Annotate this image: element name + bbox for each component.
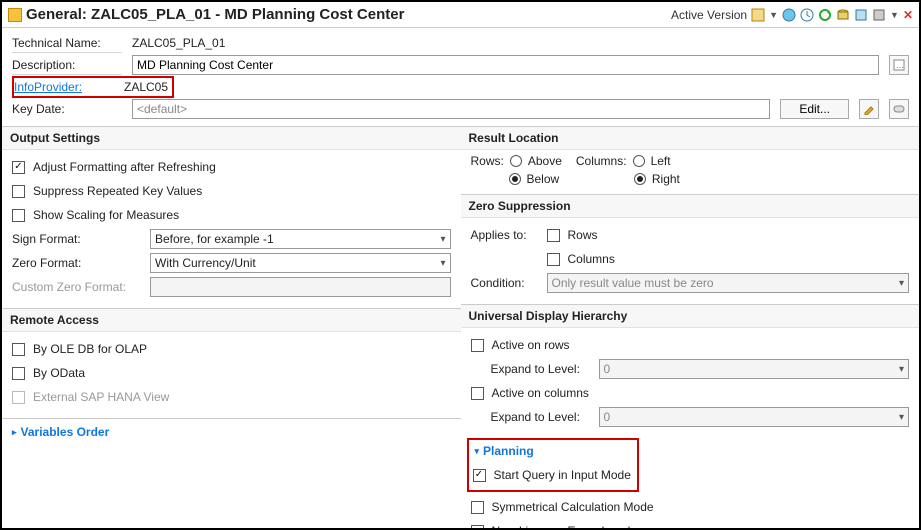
left-label: Left — [651, 154, 671, 168]
sym-calc-label: Symmetrical Calculation Mode — [492, 500, 654, 514]
header: General: ZALC05_PLA_01 - MD Planning Cos… — [2, 2, 919, 28]
cols-left-radio[interactable] — [633, 155, 645, 167]
description-label: Description: — [12, 56, 122, 75]
suppress-repeated-label: Suppress Repeated Key Values — [33, 184, 202, 198]
chevron-down-icon: ▾ — [899, 412, 904, 423]
chevron-down-icon: ▾ — [475, 446, 480, 457]
applies-cols-label: Columns — [568, 252, 615, 266]
zero-format-select[interactable]: With Currency/Unit▾ — [150, 253, 451, 273]
description-input[interactable] — [132, 55, 879, 75]
close-icon[interactable]: ✕ — [903, 8, 913, 22]
refresh-icon[interactable] — [818, 8, 832, 22]
chevron-right-icon: ▸ — [12, 427, 17, 438]
zero-format-label: Zero Format: — [12, 256, 142, 270]
cols-right-radio[interactable] — [634, 173, 646, 185]
output-settings-title: Output Settings — [2, 127, 461, 150]
zero-suppression-title: Zero Suppression — [461, 195, 920, 218]
rows-below-radio[interactable] — [509, 173, 521, 185]
applies-rows-checkbox[interactable] — [547, 229, 560, 242]
new-lines-checkbox[interactable] — [471, 525, 484, 530]
hana-label: External SAP HANA View — [33, 390, 169, 404]
condition-label: Condition: — [471, 276, 539, 290]
sym-calc-checkbox[interactable] — [471, 501, 484, 514]
custom-zero-input — [150, 277, 451, 297]
remote-access-title: Remote Access — [2, 309, 461, 332]
expand-rows-select: 0▾ — [599, 359, 910, 379]
expand-rows-label: Expand to Level: — [491, 362, 591, 376]
chevron-down-icon: ▾ — [440, 234, 445, 245]
infoprovider-value: ZALC05 — [124, 78, 168, 96]
sign-format-select[interactable]: Before, for example -1▾ — [150, 229, 451, 249]
expand-cols-label: Expand to Level: — [491, 410, 591, 424]
active-cols-checkbox[interactable] — [471, 387, 484, 400]
below-label: Below — [527, 172, 560, 186]
odata-checkbox[interactable] — [12, 367, 25, 380]
applies-to-label: Applies to: — [471, 228, 539, 242]
edit-button[interactable]: Edit... — [780, 99, 849, 119]
adjust-formatting-checkbox[interactable] — [12, 161, 25, 174]
rows-above-radio[interactable] — [510, 155, 522, 167]
active-cols-label: Active on columns — [492, 386, 589, 400]
adjust-formatting-label: Adjust Formatting after Refreshing — [33, 160, 216, 174]
expand-cols-select: 0▾ — [599, 407, 910, 427]
new-lines-label: New Lines on Every Level — [492, 524, 631, 530]
clock-icon[interactable] — [800, 8, 814, 22]
chevron-down-icon: ▾ — [899, 278, 904, 289]
infoprovider-link[interactable]: InfoProvider: — [14, 80, 82, 94]
svg-text:…: … — [896, 61, 904, 70]
pencil-icon[interactable] — [859, 99, 879, 119]
start-input-mode-label: Start Query in Input Mode — [494, 468, 631, 482]
odata-label: By OData — [33, 366, 85, 380]
chevron-down-icon: ▾ — [899, 364, 904, 375]
cols-label: Columns: — [576, 154, 627, 168]
udh-title: Universal Display Hierarchy — [461, 305, 920, 328]
result-location-title: Result Location — [461, 127, 920, 150]
show-scaling-label: Show Scaling for Measures — [33, 208, 179, 222]
dropdown-icon-2[interactable]: ▼ — [890, 10, 899, 20]
rows-label: Rows: — [471, 154, 504, 168]
keydate-label: Key Date: — [12, 100, 122, 118]
variables-order-toggle[interactable]: ▸ Variables Order — [2, 418, 461, 445]
oledb-checkbox[interactable] — [12, 343, 25, 356]
query-icon — [8, 8, 22, 22]
show-scaling-checkbox[interactable] — [12, 209, 25, 222]
keydate-input[interactable] — [132, 99, 770, 119]
active-rows-label: Active on rows — [492, 338, 570, 352]
active-rows-checkbox[interactable] — [471, 339, 484, 352]
globe-icon[interactable] — [782, 8, 796, 22]
chevron-down-icon: ▾ — [440, 258, 445, 269]
suppress-repeated-checkbox[interactable] — [12, 185, 25, 198]
start-input-mode-checkbox[interactable] — [473, 469, 486, 482]
condition-select: Only result value must be zero▾ — [547, 273, 910, 293]
planning-toggle[interactable]: ▾ Planning — [473, 440, 631, 462]
custom-zero-label: Custom Zero Format: — [12, 280, 142, 294]
active-version-label: Active Version — [671, 8, 747, 22]
technical-name-value: ZALC05_PLA_01 — [132, 34, 225, 52]
page-title: General: ZALC05_PLA_01 - MD Planning Cos… — [26, 6, 404, 23]
tools-icon[interactable] — [872, 8, 886, 22]
applies-cols-checkbox[interactable] — [547, 253, 560, 266]
description-help-icon[interactable]: … — [889, 55, 909, 75]
db-icon[interactable] — [836, 8, 850, 22]
toggle-icon[interactable] — [889, 99, 909, 119]
oledb-label: By OLE DB for OLAP — [33, 342, 147, 356]
right-label: Right — [652, 172, 680, 186]
above-label: Above — [528, 154, 562, 168]
settings-icon[interactable] — [854, 8, 868, 22]
sign-format-label: Sign Format: — [12, 232, 142, 246]
hana-checkbox — [12, 391, 25, 404]
technical-name-label: Technical Name: — [12, 34, 122, 53]
dropdown-icon[interactable]: ▼ — [769, 10, 778, 20]
save-icon[interactable] — [751, 8, 765, 22]
applies-rows-label: Rows — [568, 228, 598, 242]
